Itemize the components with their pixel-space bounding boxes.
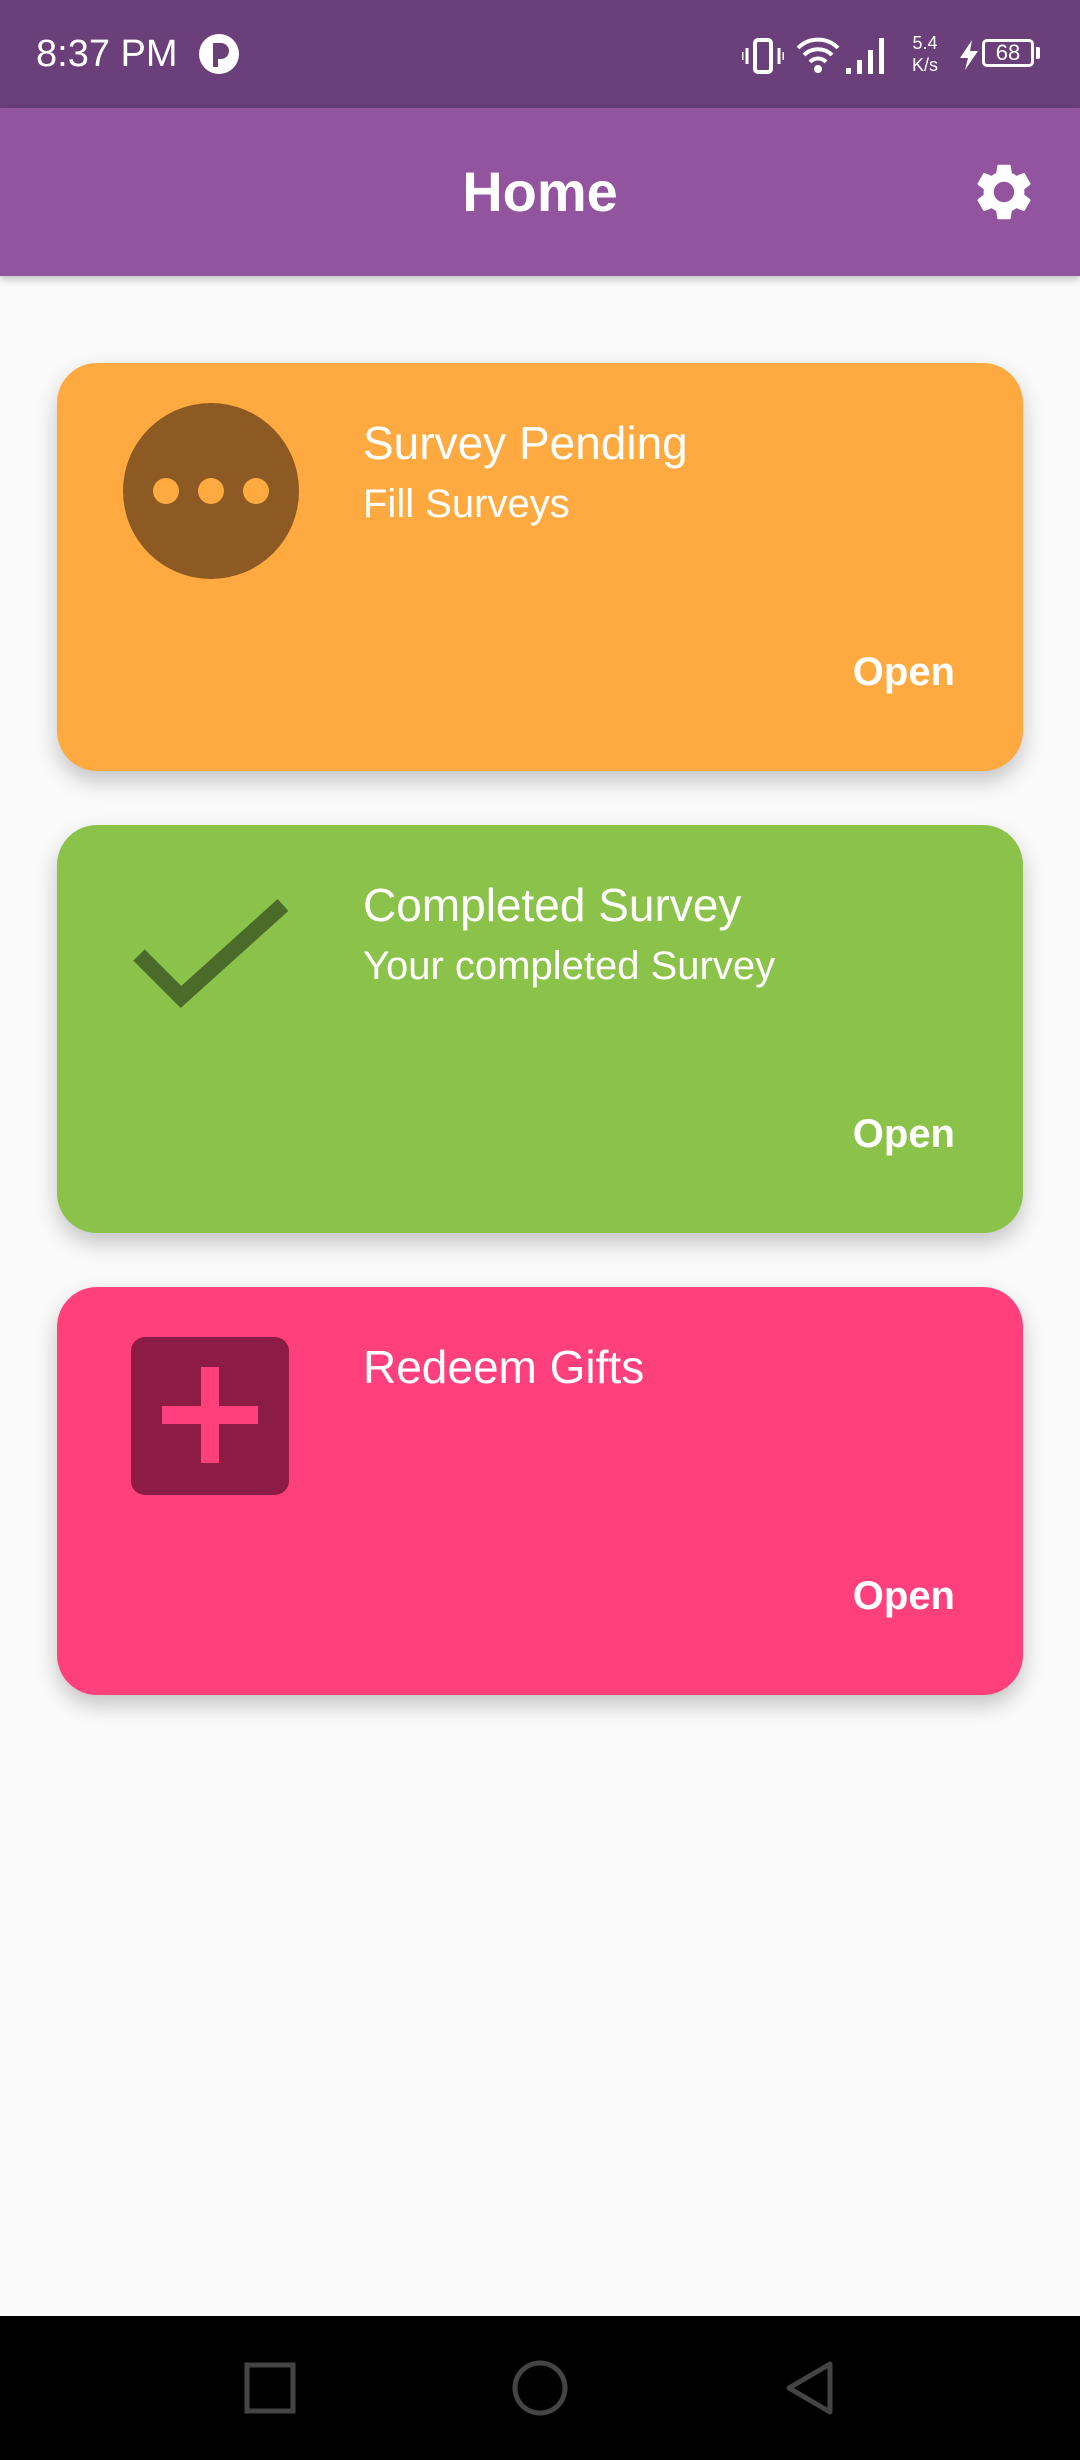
system-nav-bar [0,2316,1080,2460]
status-time: 8:37 PM [36,33,178,75]
card-subtitle: Fill Surveys [363,482,570,526]
network-speed: 5.4 K/s [904,32,946,76]
page-title: Home [462,160,618,223]
card-subtitle: Your completed Survey [363,944,776,988]
check-icon [133,899,289,1009]
redeem-gifts-card[interactable]: Redeem Gifts Open [57,1287,1023,1695]
open-completed-survey-button[interactable]: Open [853,1109,955,1159]
survey-pending-card[interactable]: Survey Pending Fill Surveys Open [57,363,1023,771]
wifi-icon [796,37,840,73]
battery-tip [1036,47,1040,59]
home-screen: 8:37 PM 5.4 K/s 68 Home Survey Pending F… [0,0,1080,2460]
back-triangle-icon[interactable] [780,2358,840,2418]
home-circle-icon[interactable] [510,2358,570,2418]
network-speed-value: 5.4 [912,33,938,53]
open-survey-pending-button[interactable]: Open [853,647,955,697]
status-bar: 8:37 PM 5.4 K/s 68 [0,0,1080,108]
add-box-icon [131,1337,289,1495]
network-speed-unit: K/s [911,55,938,75]
more-horizontal-icon [123,403,299,579]
signal-icon [846,38,884,74]
app-notification-icon [199,34,239,74]
settings-button[interactable] [970,158,1038,226]
recents-square-icon[interactable] [240,2358,300,2418]
app-bar: Home [0,108,1080,276]
gear-icon [977,164,1031,220]
card-title: Redeem Gifts [363,1341,645,1393]
card-title: Survey Pending [363,417,688,469]
battery-icon: 68 [982,39,1034,67]
card-title: Completed Survey [363,879,742,931]
completed-survey-card[interactable]: Completed Survey Your completed Survey O… [57,825,1023,1233]
open-redeem-gifts-button[interactable]: Open [853,1571,955,1621]
vibrate-icon [742,38,784,74]
charging-icon [960,40,978,70]
battery-level: 68 [995,40,1021,65]
